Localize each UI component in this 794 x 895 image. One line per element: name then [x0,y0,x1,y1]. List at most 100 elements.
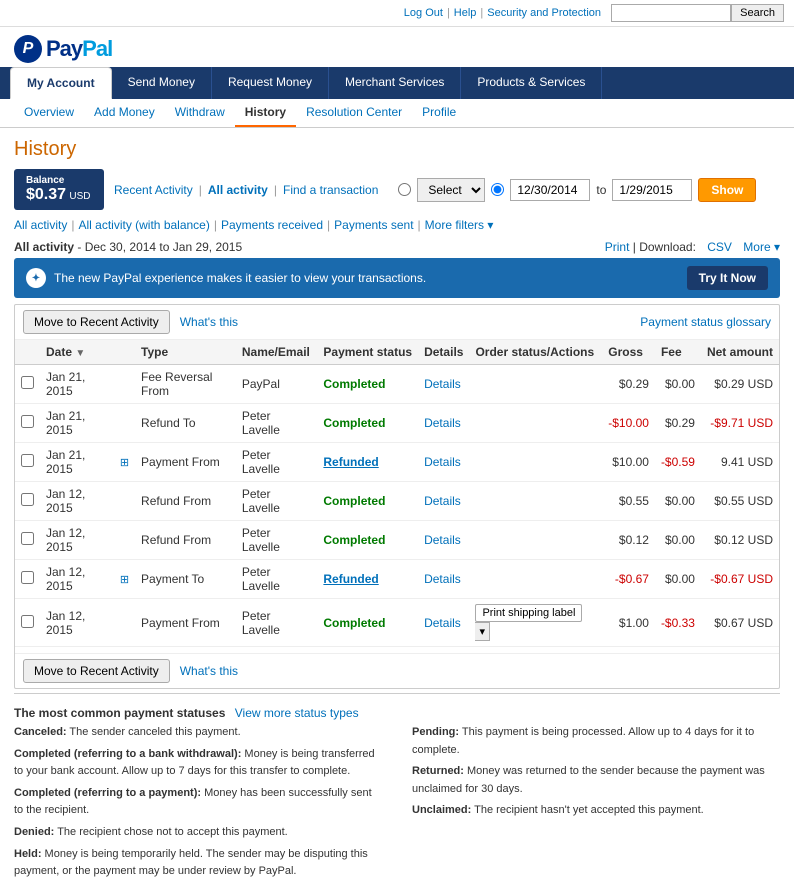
details-link[interactable]: Details [424,533,461,547]
row-checkbox[interactable] [21,376,34,389]
all-with-balance-filter[interactable]: All activity (with balance) [78,218,209,232]
move-to-recent-top[interactable]: Move to Recent Activity [23,310,170,334]
payment-status-section: The most common payment statuses View mo… [14,693,780,885]
row-fee: -$0.59 [655,443,701,482]
expand-icon[interactable]: ⊞ [120,457,129,469]
row-expand[interactable]: ⊞ [114,443,135,482]
row-fee: $0.00 [655,482,701,521]
banner-icon: ✦ [26,268,46,288]
row-order-action [469,365,602,404]
payments-sent-filter[interactable]: Payments sent [334,218,413,232]
search-button[interactable]: Search [731,4,784,22]
table-header: Order status/Actions [469,340,602,365]
row-status: Completed [317,404,418,443]
all-activity-header: All activity - Dec 30, 2014 to Jan 29, 2… [14,240,780,254]
row-type: Payment To [135,560,236,599]
row-type: Fee Reversal From [135,365,236,404]
sep2: | [480,7,483,19]
filter-row: Balance $0.37 USD Recent Activity | All … [14,169,780,210]
whats-this-bottom[interactable]: What's this [180,664,238,678]
search-input[interactable] [611,4,731,22]
main-nav-item[interactable]: Merchant Services [329,67,461,99]
row-status: Completed [317,482,418,521]
status-item: Completed (referring to a payment): Mone… [14,785,382,820]
recent-activity-link[interactable]: Recent Activity [114,183,193,197]
sub-nav-item[interactable]: History [235,99,296,127]
row-fee: $0.00 [655,560,701,599]
table-row: Jan 21, 2015⊞Payment FromPeter LavelleRe… [15,443,779,482]
sub-nav-item[interactable]: Resolution Center [296,99,412,127]
filter-select[interactable]: Select [417,178,485,202]
row-expand [114,482,135,521]
table-header [114,340,135,365]
sub-nav-item[interactable]: Add Money [84,99,165,127]
date-range-radio[interactable] [491,183,504,196]
row-date: Jan 12, 2015 [40,599,114,647]
try-it-now-button[interactable]: Try It Now [687,266,768,290]
main-nav-item[interactable]: My Account [10,67,112,99]
row-checkbox[interactable] [21,532,34,545]
details-link[interactable]: Details [424,572,461,586]
row-expand[interactable]: ⊞ [114,560,135,599]
move-bar-bottom: Move to Recent Activity What's this [15,653,779,688]
paypal-p-icon: P [14,35,42,63]
status-item: Canceled: The sender canceled this payme… [14,724,382,742]
row-checkbox[interactable] [21,615,34,628]
csv-link[interactable]: CSV [707,240,732,254]
show-button[interactable]: Show [698,178,756,202]
more-filters-button[interactable]: More filters ▾ [425,218,494,232]
more-link[interactable]: More ▾ [743,240,780,254]
main-nav-item[interactable]: Products & Services [461,67,602,99]
row-fee: $0.00 [655,521,701,560]
details-link[interactable]: Details [424,494,461,508]
row-order-action[interactable]: Print shipping label▾ [469,599,602,647]
row-checkbox[interactable] [21,415,34,428]
all-activity-link[interactable]: All activity [208,183,268,197]
details-link[interactable]: Details [424,616,461,630]
logout-link[interactable]: Log Out [404,7,443,19]
expand-icon[interactable]: ⊞ [120,574,129,586]
payment-glossary-link[interactable]: Payment status glossary [640,315,771,329]
page-content: History Balance $0.37 USD Recent Activit… [0,128,794,895]
row-date: Jan 12, 2015 [40,482,114,521]
sub-nav-item[interactable]: Profile [412,99,466,127]
details-link[interactable]: Details [424,377,461,391]
sub-nav-item[interactable]: Withdraw [165,99,235,127]
status-item: Denied: The recipient chose not to accep… [14,824,382,842]
payments-received-filter[interactable]: Payments received [221,218,323,232]
all-activity-filter[interactable]: All activity [14,218,67,232]
move-to-recent-bottom[interactable]: Move to Recent Activity [23,659,170,683]
main-nav-item[interactable]: Request Money [212,67,329,99]
table-header: Fee [655,340,701,365]
status-columns: Canceled: The sender canceled this payme… [14,724,780,885]
main-nav-item[interactable]: Send Money [112,67,212,99]
security-link[interactable]: Security and Protection [487,7,601,19]
help-link[interactable]: Help [454,7,477,19]
print-label-button[interactable]: Print shipping label [475,604,582,622]
row-checkbox[interactable] [21,454,34,467]
find-transaction-link[interactable]: Find a transaction [283,183,378,197]
row-checkbox[interactable] [21,493,34,506]
row-net: -$9.71 USD [701,404,779,443]
details-link[interactable]: Details [424,455,461,469]
row-status: Completed [317,521,418,560]
status-item: Pending: This payment is being processed… [412,724,780,759]
sub-nav-item[interactable]: Overview [14,99,84,127]
filter-radio[interactable] [398,183,411,196]
status-item: Returned: Money was returned to the send… [412,763,780,798]
row-checkbox[interactable] [21,571,34,584]
row-status: Completed [317,365,418,404]
whats-this-top[interactable]: What's this [180,315,238,329]
details-link[interactable]: Details [424,416,461,430]
row-type: Payment From [135,443,236,482]
date-from-input[interactable] [510,179,590,201]
print-label-dropdown[interactable]: ▾ [475,622,490,641]
table-header [15,340,40,365]
status-item: Held: Money is being temporarily held. T… [14,846,382,881]
date-to-input[interactable] [612,179,692,201]
print-link[interactable]: Print [605,240,630,254]
row-date: Jan 21, 2015 [40,365,114,404]
view-more-statuses-link[interactable]: View more status types [235,706,359,720]
status-section-title: The most common payment statuses View mo… [14,706,780,720]
row-order-action [469,482,602,521]
